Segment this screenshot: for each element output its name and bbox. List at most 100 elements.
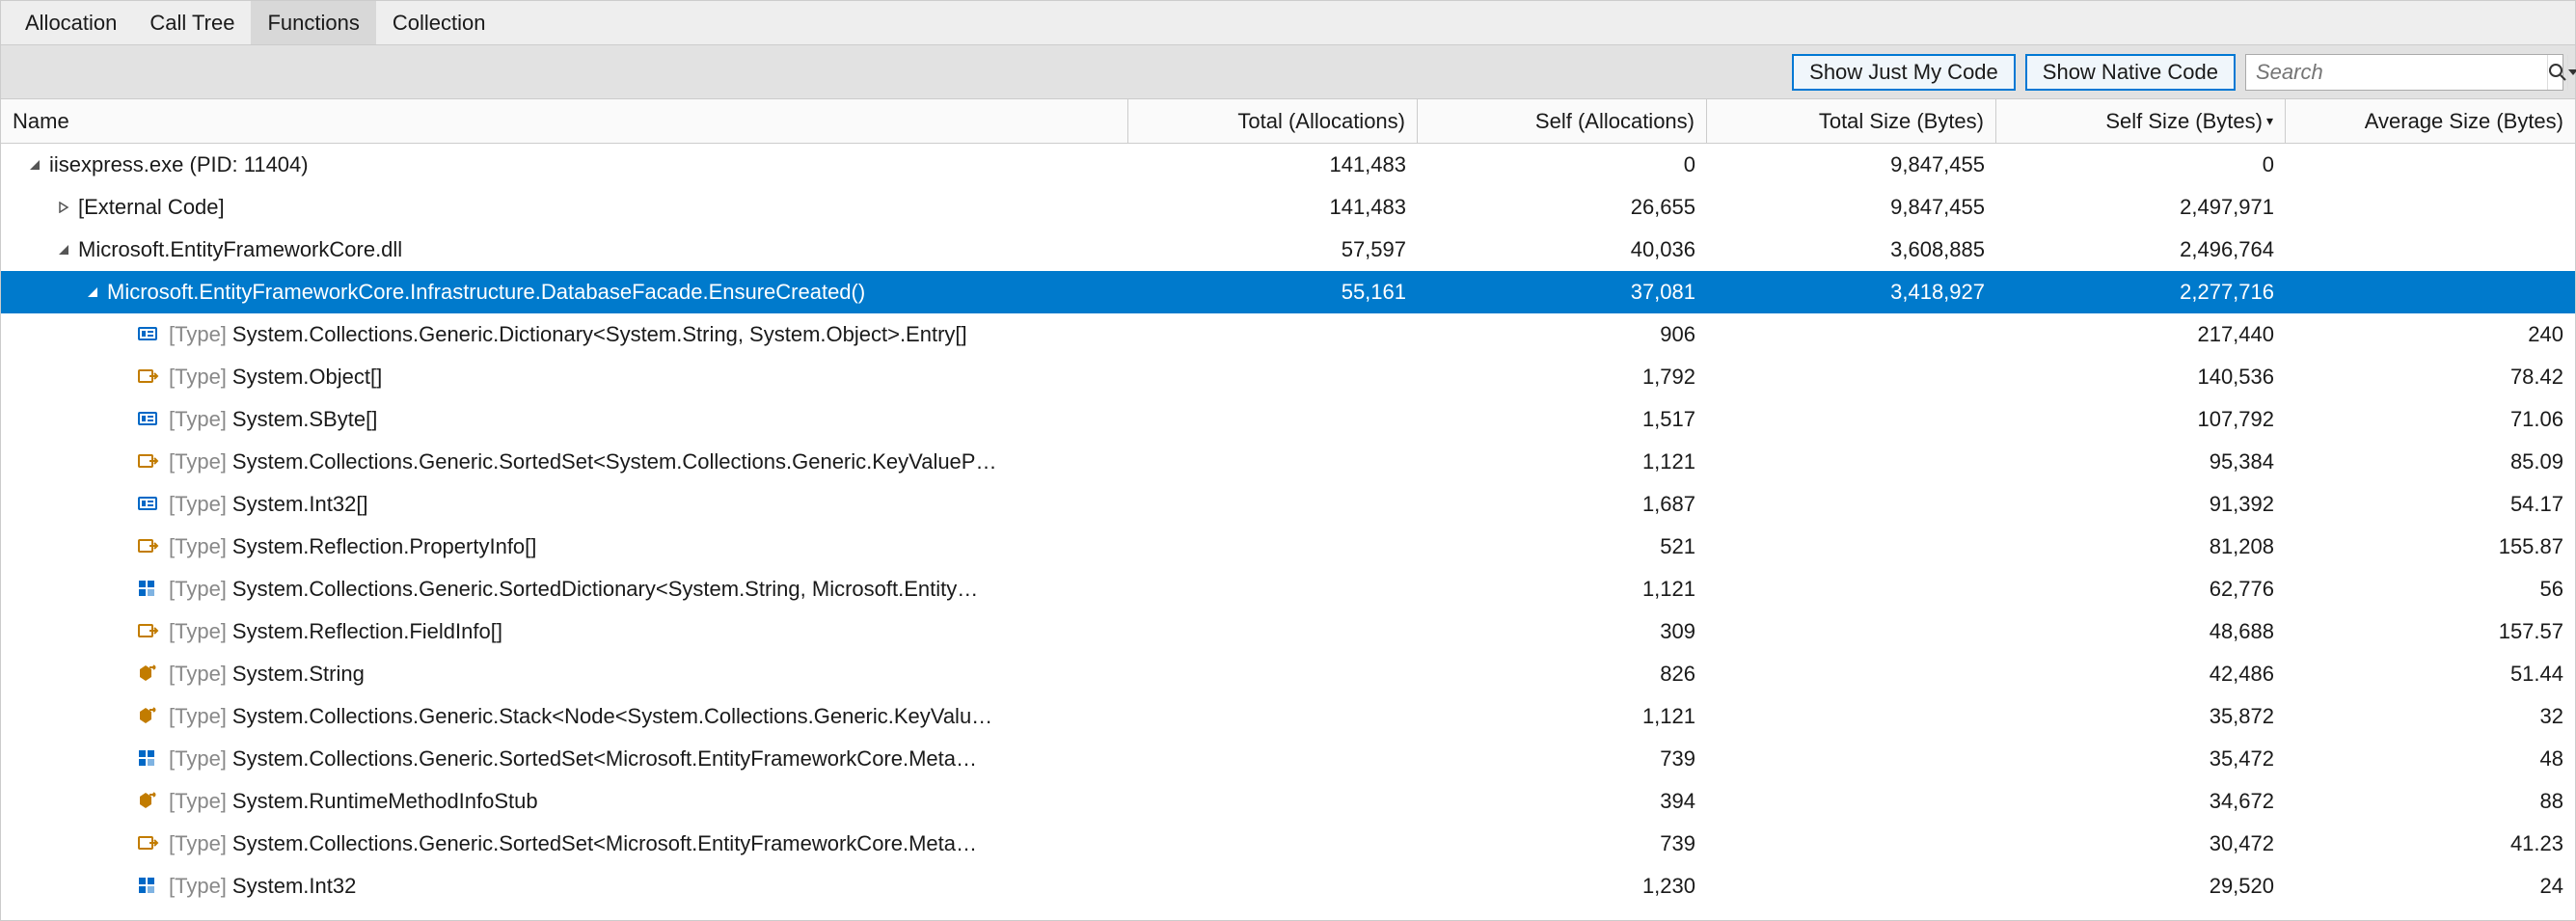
table-row[interactable]: [External Code]141,48326,6559,847,4552,4… — [1, 186, 2575, 229]
row-name: Microsoft.EntityFrameworkCore.dll — [78, 237, 402, 262]
type-coll-icon — [136, 746, 161, 772]
table-row[interactable]: [Type]System.Collections.Generic.Diction… — [1, 313, 2575, 356]
cell-total: 55,161 — [1128, 280, 1418, 305]
type-out-icon — [136, 449, 161, 474]
cell-avg: 48 — [2286, 746, 2575, 772]
cell-self: 906 — [1418, 322, 1707, 347]
type-label: [Type] — [169, 365, 227, 390]
cell-ssize: 34,672 — [1996, 789, 2286, 814]
cell-avg: 41.23 — [2286, 831, 2575, 856]
tab-functions[interactable]: Functions — [251, 1, 375, 44]
type-label: [Type] — [169, 492, 227, 517]
cell-ssize: 62,776 — [1996, 577, 2286, 602]
table-row[interactable]: [Type]System.Reflection.PropertyInfo[]52… — [1, 526, 2575, 568]
cell-self: 739 — [1418, 746, 1707, 772]
tab-collection[interactable]: Collection — [376, 1, 502, 44]
row-name: System.Collections.Generic.SortedSet<Mic… — [232, 831, 977, 856]
column-total-size[interactable]: Total Size (Bytes) — [1707, 99, 1996, 143]
table-row[interactable]: Microsoft.EntityFrameworkCore.dll57,5974… — [1, 229, 2575, 271]
expander-placeholder — [111, 621, 132, 642]
type-label: [Type] — [169, 746, 227, 772]
type-label: [Type] — [169, 662, 227, 687]
expander-open-icon[interactable] — [82, 282, 103, 303]
expander-open-icon[interactable] — [53, 239, 74, 260]
cell-self: 739 — [1418, 831, 1707, 856]
table-row[interactable]: [Type]System.SByte[]1,517107,79271.06 — [1, 398, 2575, 441]
cell-avg: 56 — [2286, 577, 2575, 602]
cell-ssize: 29,520 — [1996, 874, 2286, 899]
cell-self: 309 — [1418, 619, 1707, 644]
type-label: [Type] — [169, 534, 227, 559]
column-self-size[interactable]: Self Size (Bytes) — [1996, 99, 2286, 143]
column-total-allocations[interactable]: Total (Allocations) — [1128, 99, 1418, 143]
cell-self: 1,230 — [1418, 874, 1707, 899]
cell-avg: 32 — [2286, 704, 2575, 729]
column-name[interactable]: Name — [1, 99, 1128, 143]
tab-bar: Allocation Call Tree Functions Collectio… — [1, 1, 2575, 45]
cell-ssize: 81,208 — [1996, 534, 2286, 559]
expander-closed-icon[interactable] — [53, 197, 74, 218]
type-label: [Type] — [169, 831, 227, 856]
type-out-icon — [136, 619, 161, 644]
search-input[interactable] — [2246, 60, 2547, 85]
search-icon[interactable] — [2547, 55, 2567, 90]
tab-allocation[interactable]: Allocation — [9, 1, 133, 44]
type-blue-icon — [136, 322, 161, 347]
row-name: System.Object[] — [232, 365, 382, 390]
row-name: Microsoft.EntityFrameworkCore.Infrastruc… — [107, 280, 865, 305]
cell-ssize: 217,440 — [1996, 322, 2286, 347]
cell-ssize: 30,472 — [1996, 831, 2286, 856]
table-row[interactable]: [Type]System.Int321,23029,52024 — [1, 865, 2575, 907]
cell-avg: 78.42 — [2286, 365, 2575, 390]
table-row[interactable]: [Type]System.Collections.Generic.SortedS… — [1, 738, 2575, 780]
table-row[interactable]: [Type]System.Collections.Generic.SortedD… — [1, 568, 2575, 610]
row-name: [External Code] — [78, 195, 225, 220]
expander-open-icon[interactable] — [24, 154, 45, 176]
expander-placeholder — [111, 706, 132, 727]
row-name: System.Collections.Generic.Dictionary<Sy… — [232, 322, 967, 347]
type-label: [Type] — [169, 322, 227, 347]
cell-avg: 71.06 — [2286, 407, 2575, 432]
cell-tsize: 9,847,455 — [1707, 152, 1996, 177]
cell-ssize: 48,688 — [1996, 619, 2286, 644]
table-row[interactable]: [Type]System.Int32[]1,68791,39254.17 — [1, 483, 2575, 526]
type-label: [Type] — [169, 449, 227, 474]
table-row[interactable]: [Type]System.RuntimeMethodInfoStub39434,… — [1, 780, 2575, 823]
cell-self: 1,121 — [1418, 449, 1707, 474]
cell-ssize: 0 — [1996, 152, 2286, 177]
column-average-size[interactable]: Average Size (Bytes) — [2286, 99, 2575, 143]
type-cls-icon — [136, 662, 161, 687]
cell-avg: 24 — [2286, 874, 2575, 899]
type-label: [Type] — [169, 704, 227, 729]
cell-self: 1,687 — [1418, 492, 1707, 517]
type-label: [Type] — [169, 789, 227, 814]
table-row[interactable]: [Type]System.String82642,48651.44 — [1, 653, 2575, 695]
cell-avg: 54.17 — [2286, 492, 2575, 517]
table-body[interactable]: iisexpress.exe (PID: 11404)141,48309,847… — [1, 144, 2575, 920]
type-coll-icon — [136, 577, 161, 602]
type-coll-icon — [136, 874, 161, 899]
toolbar: Show Just My Code Show Native Code — [1, 45, 2575, 99]
cell-self: 1,517 — [1418, 407, 1707, 432]
expander-placeholder — [111, 748, 132, 770]
search-dropdown-icon[interactable] — [2567, 55, 2576, 90]
table-row[interactable]: iisexpress.exe (PID: 11404)141,48309,847… — [1, 144, 2575, 186]
cell-avg: 240 — [2286, 322, 2575, 347]
table-row-selected[interactable]: Microsoft.EntityFrameworkCore.Infrastruc… — [1, 271, 2575, 313]
table-row[interactable]: [Type]System.Reflection.FieldInfo[]30948… — [1, 610, 2575, 653]
cell-self: 40,036 — [1418, 237, 1707, 262]
table-row[interactable]: [Type]System.Collections.Generic.SortedS… — [1, 823, 2575, 865]
column-self-allocations[interactable]: Self (Allocations) — [1418, 99, 1707, 143]
table-row[interactable]: [Type]System.Object[]1,792140,53678.42 — [1, 356, 2575, 398]
show-native-code-button[interactable]: Show Native Code — [2025, 54, 2236, 91]
cell-ssize: 95,384 — [1996, 449, 2286, 474]
table-row[interactable]: [Type]System.Collections.Generic.Stack<N… — [1, 695, 2575, 738]
tab-call-tree[interactable]: Call Tree — [133, 1, 251, 44]
show-just-my-code-button[interactable]: Show Just My Code — [1792, 54, 2016, 91]
column-header-row: Name Total (Allocations) Self (Allocatio… — [1, 99, 2575, 144]
expander-placeholder — [111, 324, 132, 345]
expander-placeholder — [111, 579, 132, 600]
cell-self: 1,121 — [1418, 577, 1707, 602]
cell-avg: 51.44 — [2286, 662, 2575, 687]
table-row[interactable]: [Type]System.Collections.Generic.SortedS… — [1, 441, 2575, 483]
